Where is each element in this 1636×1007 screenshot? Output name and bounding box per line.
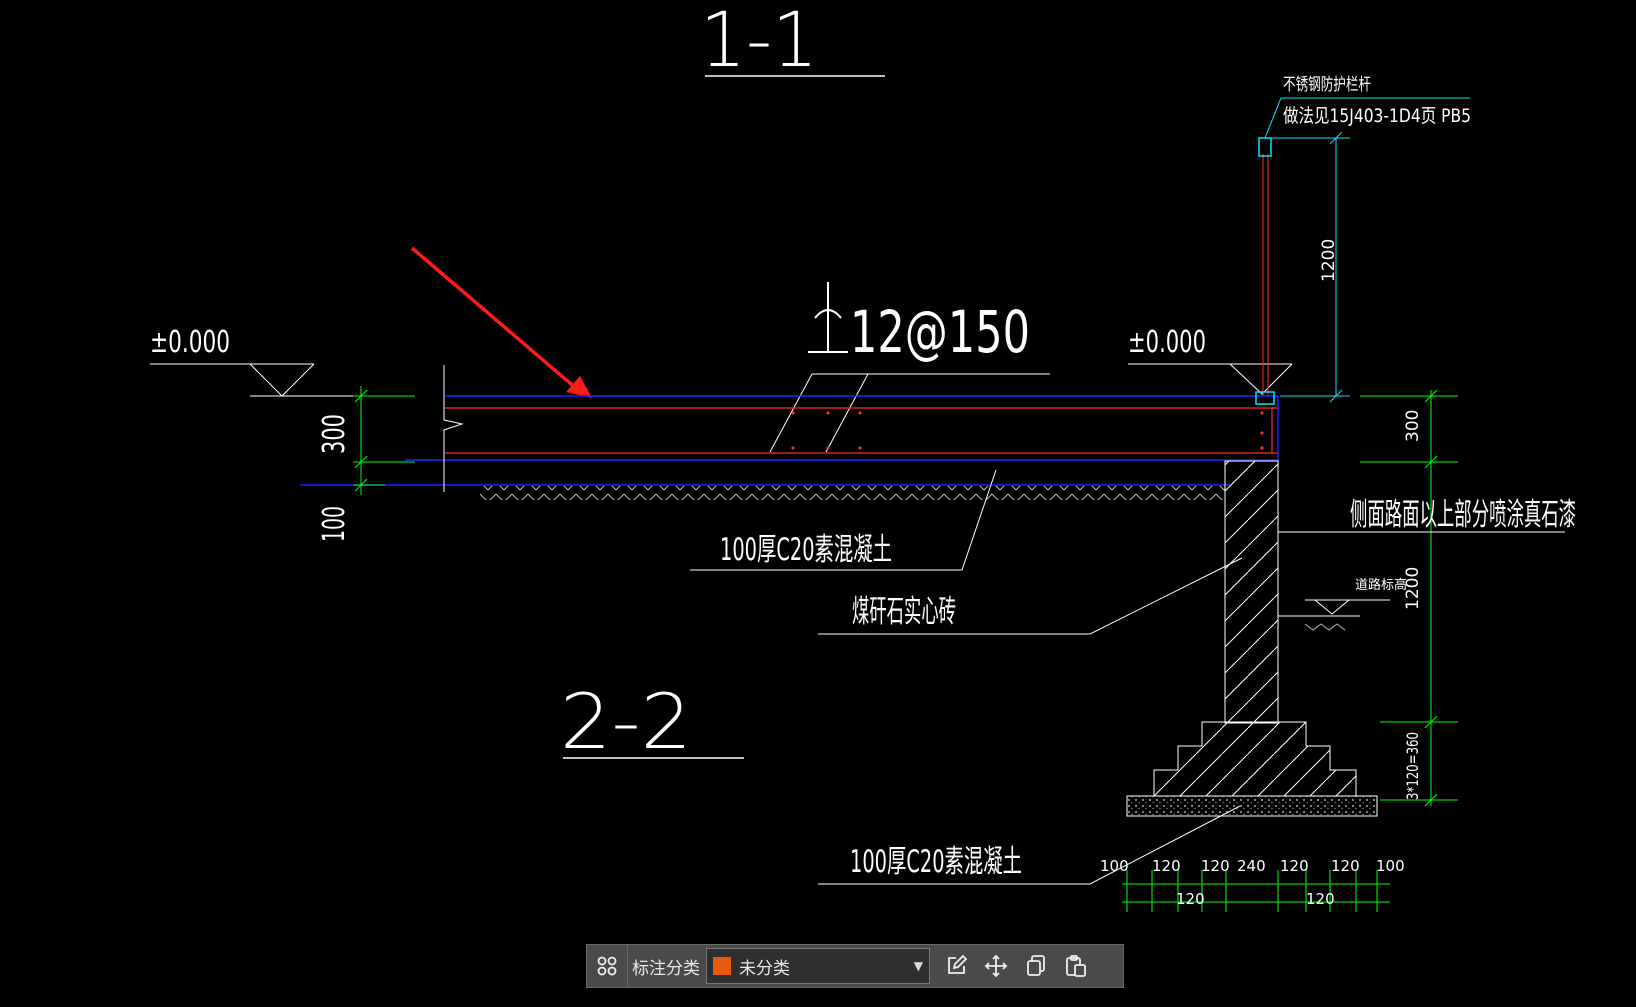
dim-100-left: 100 [317, 506, 352, 542]
category-color-swatch [713, 957, 731, 975]
bottom-dim-1: 100 [1100, 857, 1129, 875]
red-arrow-icon [410, 246, 592, 398]
bottom-dim-chain [1122, 870, 1390, 912]
footing-concrete-pad [1126, 795, 1378, 817]
edit-icon[interactable] [936, 946, 976, 986]
dim-300-right: 300 [1403, 410, 1423, 442]
bottom-dim-2: 120 [1152, 857, 1181, 875]
grid-icon[interactable] [587, 946, 627, 986]
break-line [443, 365, 464, 492]
railing-note-line2: 做法见15J403-1D4页 PB5 [1283, 105, 1471, 127]
rebar-leader-1 [769, 373, 813, 453]
rebar-grade-icon [808, 282, 848, 353]
annotation-category-label: 标注分类 [627, 945, 706, 987]
left-dims [353, 386, 415, 495]
note-brick: 煤矸石实心砖 [852, 594, 956, 630]
elevation-right: ±0.000 [1128, 325, 1206, 360]
note-concrete-1: 100厚C20素混凝土 [720, 532, 892, 568]
chevron-down-icon: ▼ [913, 959, 923, 973]
rebar-spec: 12@150 [850, 298, 1030, 366]
railing-note-line1: 不锈钢防护栏杆 [1283, 75, 1371, 95]
annotation-toolbar: 标注分类 未分类 ▼ [586, 944, 1124, 988]
section-title-2-2: 2-2 [560, 677, 692, 766]
dim-1200-railing: 1200 [1319, 239, 1339, 282]
rebar-leader-2 [825, 373, 869, 453]
wall-hatch [1224, 460, 1279, 724]
category-select-value: 未分类 [739, 958, 790, 979]
bottom-dim-7: 100 [1376, 857, 1405, 875]
railing [1255, 97, 1470, 405]
note-concrete-2: 100厚C20素混凝土 [850, 844, 1022, 880]
footing-steps [1153, 721, 1357, 797]
bottom-dim-5: 120 [1280, 857, 1309, 875]
elevation-right-icon [1128, 363, 1293, 395]
earth-hatch [480, 486, 1225, 500]
move-icon[interactable] [976, 946, 1016, 986]
section-title-1-1: 1-1 [700, 0, 818, 84]
dim-3x120: 3*120=360 [1403, 732, 1422, 800]
elevation-left-icon [150, 363, 395, 397]
slab [300, 395, 1279, 486]
dim-300-left: 300 [317, 414, 352, 454]
paste-icon[interactable] [1056, 946, 1096, 986]
bottom-dim-3: 120 [1201, 857, 1230, 875]
cad-drawing: 1-1 2-2 12@150 ±0.000 ±0.000 不锈钢防护栏杆 做法见… [150, 0, 1576, 912]
road-elevation-icon [1278, 599, 1390, 631]
side-note: 侧面路面以上部分喷涂真石漆 [1350, 497, 1576, 533]
copy-icon[interactable] [1016, 946, 1056, 986]
bottom-dim-low-2: 120 [1306, 890, 1335, 908]
road-elevation-label: 道路标高 [1355, 577, 1407, 593]
bottom-dim-4: 240 [1237, 857, 1266, 875]
annotation-category-select[interactable]: 未分类 ▼ [706, 948, 930, 984]
bottom-dim-low-1: 120 [1176, 890, 1205, 908]
elevation-left: ±0.000 [150, 325, 230, 360]
bottom-dim-6: 120 [1331, 857, 1360, 875]
